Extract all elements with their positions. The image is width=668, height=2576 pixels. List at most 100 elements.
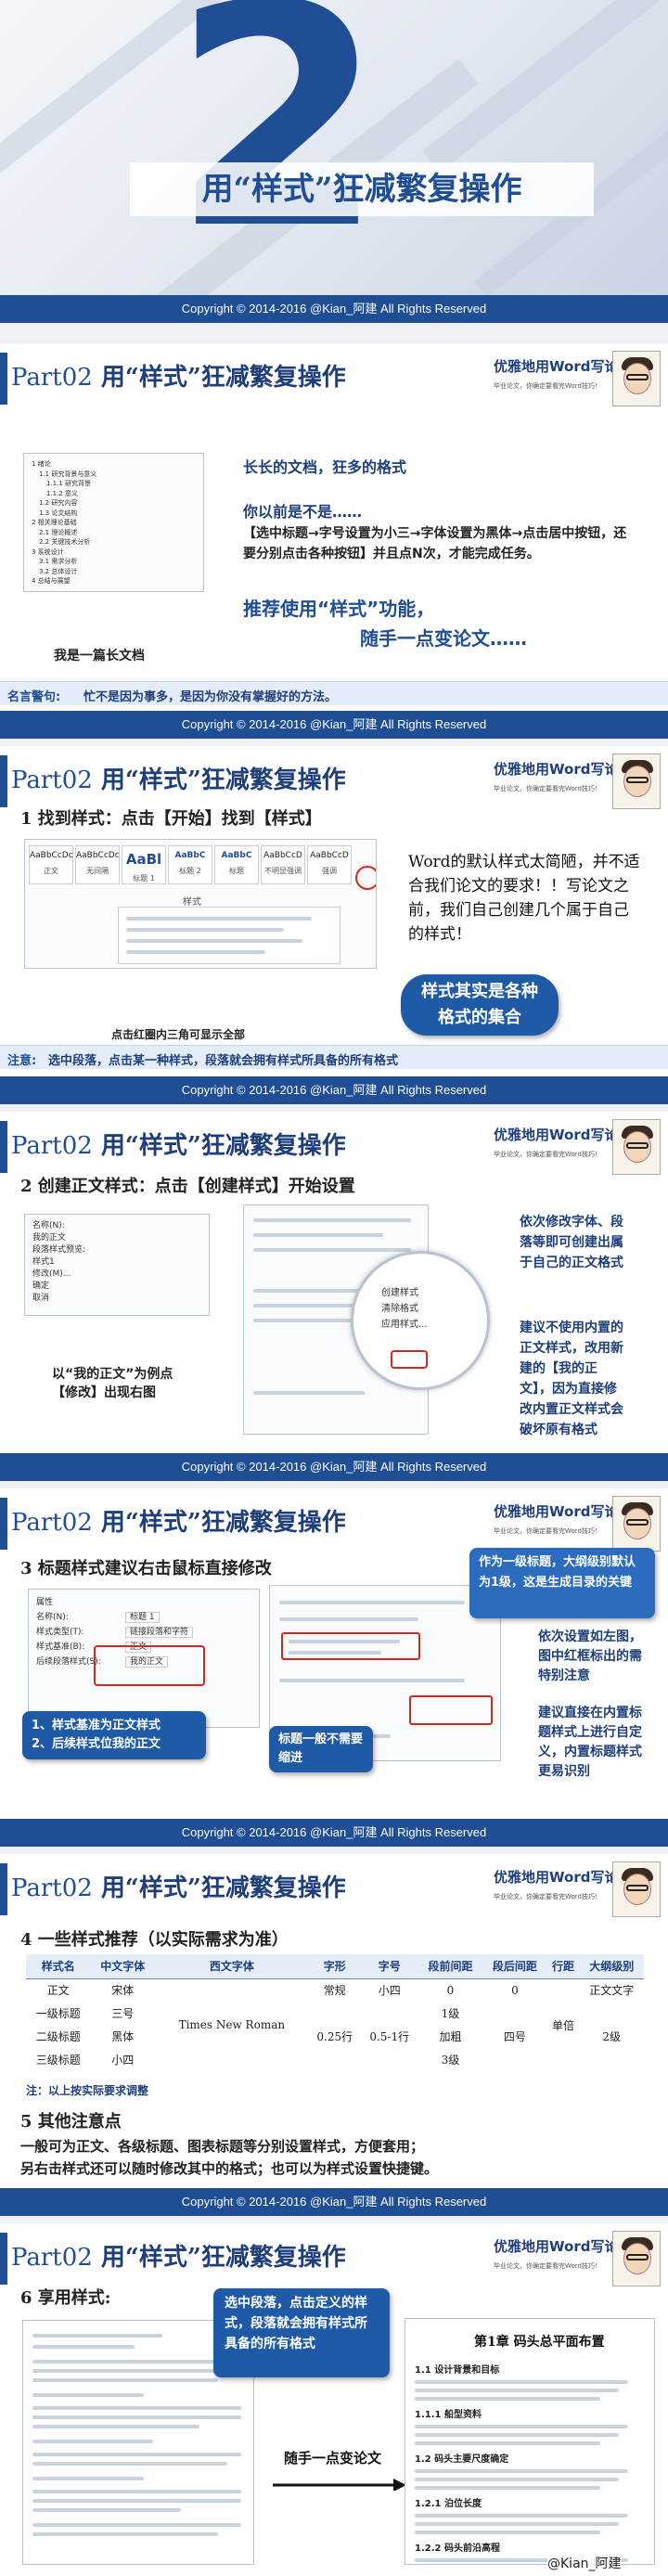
section-heading: 1 找到样式：点击【开始】找到【样式】 — [20, 809, 322, 829]
form-row: 名称(N): 标题 1 — [36, 1610, 251, 1625]
toc-line: 4 总结与展望 — [32, 577, 71, 585]
toc-caption: 我是一篇长文档 — [54, 649, 145, 663]
brand: 优雅地用Word写论文 毕业论文，你确定要看完Word技巧！ — [494, 2238, 633, 2270]
style-swatch[interactable]: AaBbCcDc 正文 — [29, 845, 73, 884]
style-swatch[interactable]: AaBbC 标题 — [214, 845, 259, 884]
styles-gallery-screenshot: AaBbCcDc 正文 AaBbCcDc 无间隔 AaBl 标题 1 AaBbC 标题 2 Aa… — [24, 839, 377, 969]
slide-header: Part02 用“样式”狂减繁复操作 优雅地用Word写论文 毕业论文，你确定要看… — [0, 1854, 668, 1923]
table-header: 大纲级别 — [579, 1954, 644, 1979]
slide-6: Part02 用“样式”狂减繁复操作 优雅地用Word写论文 毕业论文，你确定要看… — [0, 2223, 668, 2576]
slide-1: Part02 用“样式”狂减繁复操作 优雅地用Word写论文 毕业论文，你确定要看… — [0, 343, 668, 711]
style-swatch-sample: AaBbCcD — [310, 851, 349, 860]
slide-title: Part02 用“样式”狂减繁复操作 — [11, 766, 346, 794]
dialog-line: 段落样式预览: — [32, 1245, 86, 1255]
doc-heading: 1.2.2 码头前沿高程 — [415, 2544, 500, 2554]
slide-header: Part02 用“样式”狂减繁复操作 优雅地用Word写论文 毕业论文，你确定要看… — [0, 343, 668, 412]
style-swatch-sample: AaBbCcDc — [30, 851, 73, 860]
toc-screenshot: 1 绪论 1.1 研究背景与意义 1.1.1 研究背景 1.1.2 意义 1.2 研究内… — [23, 453, 204, 592]
doc-text-line — [415, 2380, 628, 2384]
brand: 优雅地用Word写论文 毕业论文，你确定要看完Word技巧！ — [494, 1503, 633, 1535]
table-cell: 黑体 — [111, 2030, 135, 2043]
style-properties-dialog: 属性 名称(N): 标题 1 样式类型(T): 链接段落和字符 样式基准(B): 正文 后续段… — [28, 1589, 260, 1728]
doc-heading: 1.2.1 泊位长度 — [415, 2499, 482, 2509]
style-swatch-sample: AaBbC — [221, 851, 252, 860]
format-button-highlight — [391, 1350, 428, 1369]
toc-line: 3.2 总体设计 — [39, 567, 78, 575]
author-avatar — [612, 1861, 661, 1917]
menu-item[interactable]: 应用样式... — [381, 1317, 428, 1333]
copyright-bar: Copyright © 2014-2016 @Kian_阿建 All Right… — [0, 2188, 668, 2216]
dialog-line: 修改(M)... — [32, 1269, 71, 1279]
slide-3: Part02 用“样式”狂减繁复操作 优雅地用Word写论文 毕业论文，你确定要看… — [0, 1112, 668, 1453]
toc-line: 1.3 论文结构 — [39, 509, 78, 517]
table-cell: 0 — [511, 1983, 519, 1997]
gallery-caption: 点击红圈内三角可显示全部 — [111, 1028, 246, 1041]
style-swatch[interactable]: AaBbCcD 不明显强调 — [261, 845, 305, 884]
form-label: 属性 — [36, 1598, 54, 1607]
style-swatch[interactable]: AaBbC 标题 2 — [168, 845, 212, 884]
base-style-highlight — [94, 1645, 205, 1686]
slide-header: Part02 用“样式”狂减繁复操作 优雅地用Word写论文 毕业论文，你确定要看… — [0, 1112, 668, 1180]
table-cell: 三号 — [111, 2007, 135, 2020]
note-bar: 名言警句: 忙不是因为事多，是因为你没有掌握好的方法。 — [0, 681, 668, 705]
text-one-click: 随手一点变论文…… — [360, 627, 527, 650]
author-avatar — [612, 351, 661, 406]
brand: 优雅地用Word写论文 毕业论文，你确定要看完Word技巧！ — [494, 1869, 633, 1900]
slide-2: Part02 用“样式”狂减繁复操作 优雅地用Word写论文 毕业论文，你确定要看… — [0, 746, 668, 1076]
cover-banner: 2 用“样式”狂减繁复操作 — [0, 0, 668, 295]
table-cell: 小四 — [378, 1984, 401, 1998]
slide-title: Part02 用“样式”狂减繁复操作 — [11, 1132, 346, 1160]
form-label: 名称(N): — [36, 1613, 69, 1622]
text-long-doc: 长长的文档，狂多的格式 — [243, 458, 407, 476]
text-default-styles: Word的默认样式太简陋，并不适合我们论文的要求！！写论文之前，我们自己创建几个… — [408, 853, 640, 944]
toc-line: 1.1.1 研究背景 — [46, 480, 92, 487]
table-cell: 2级 — [602, 2030, 622, 2043]
author-avatar — [612, 1119, 661, 1175]
form-value[interactable]: 标题 1 — [125, 1612, 160, 1623]
doc-text-line — [415, 2433, 619, 2437]
menu-item[interactable]: 清除格式 — [381, 1301, 428, 1317]
style-swatch-name: 标题 — [229, 867, 244, 875]
table-row: 正文 宋体 Times New Roman 常规 小四 0 0 单倍 正文文字 — [26, 1978, 644, 2032]
toc-line: 3 系统设计 — [32, 547, 64, 556]
callout-apply-style: 选中段落，点击定义的样式，段落就会拥有样式所具备的所有格式 — [213, 2288, 390, 2377]
form-row: 属性 — [36, 1595, 251, 1610]
style-swatch[interactable]: AaBl 标题 1 — [122, 845, 166, 884]
brand: 优雅地用Word写论文 毕业论文，你确定要看完Word技巧！ — [494, 1127, 633, 1158]
style-swatch[interactable]: AaBbCcD 强调 — [307, 845, 352, 884]
table-cell: Times New Roman — [178, 2018, 286, 2032]
doc-text-line — [415, 2486, 600, 2490]
style-swatch-name: 正文 — [44, 867, 58, 875]
section-heading: 3 标题样式建议右击鼠标直接修改 — [20, 1559, 272, 1578]
toc-line: 1 绪论 — [32, 460, 51, 468]
note-bar: 注意: 选中段落，点击某一种样式，段落就会拥有样式所具备的所有格式 — [0, 1045, 668, 1069]
slide-title: Part02 用“样式”狂减繁复操作 — [11, 1509, 346, 1537]
dialog-line: 取消 — [32, 1294, 50, 1303]
menu-item[interactable]: 创建样式 — [381, 1285, 428, 1301]
table-cell: 0.25行 — [316, 2030, 353, 2043]
toc-line: 1.2 研究内容 — [39, 499, 78, 507]
outline-level-highlight — [281, 1632, 420, 1660]
dialog-caption-2: 【修改】出现右图 — [52, 1385, 156, 1400]
watermark: @Kian_阿建 — [547, 2554, 622, 2572]
style-swatch-name: 标题 2 — [179, 867, 201, 875]
style-swatch-sample: AaBbC — [174, 851, 206, 860]
dialog-caption-1: 以“我的正文”为例点 — [52, 1367, 173, 1382]
text-before: 你以前是不是…… — [243, 503, 363, 521]
style-swatch-name: 不明显强调 — [264, 867, 302, 875]
toc-line: 2.2 关键技术分析 — [39, 538, 91, 546]
callout-style-collection: 样式其实是各种格式的集合 — [401, 974, 559, 1036]
tip-2: 另右击样式还可以随时修改其中的格式；也可以为样式设置快捷键。 — [20, 2160, 439, 2177]
slide-4: Part02 用“样式”狂减繁复操作 优雅地用Word写论文 毕业论文，你确定要看… — [0, 1488, 668, 1819]
callout-outline-level: 作为一级标题，大纲级别默认为1级，这是生成目录的关键 — [469, 1548, 655, 1618]
table-header: 中文字体 — [90, 1954, 155, 1979]
doc-text-line — [415, 2522, 619, 2526]
table-cell: 正文文字 — [589, 1984, 635, 1998]
brand: 优雅地用Word写论文 毕业论文，你确定要看完Word技巧！ — [494, 761, 633, 792]
form-row: 样式类型(T): 链接段落和字符 — [36, 1625, 251, 1640]
copyright-bar: Copyright © 2014-2016 @Kian_阿建 All Right… — [0, 1453, 668, 1481]
text-set-as-left: 依次设置如左图，图中红框标出的需特别注意 — [538, 1629, 642, 1683]
zoom-lens: 创建样式 清除格式 应用样式... — [351, 1251, 490, 1390]
style-swatch[interactable]: AaBbCcDc 无间隔 — [75, 845, 120, 884]
form-value[interactable]: 链接段落和字符 — [125, 1627, 194, 1638]
